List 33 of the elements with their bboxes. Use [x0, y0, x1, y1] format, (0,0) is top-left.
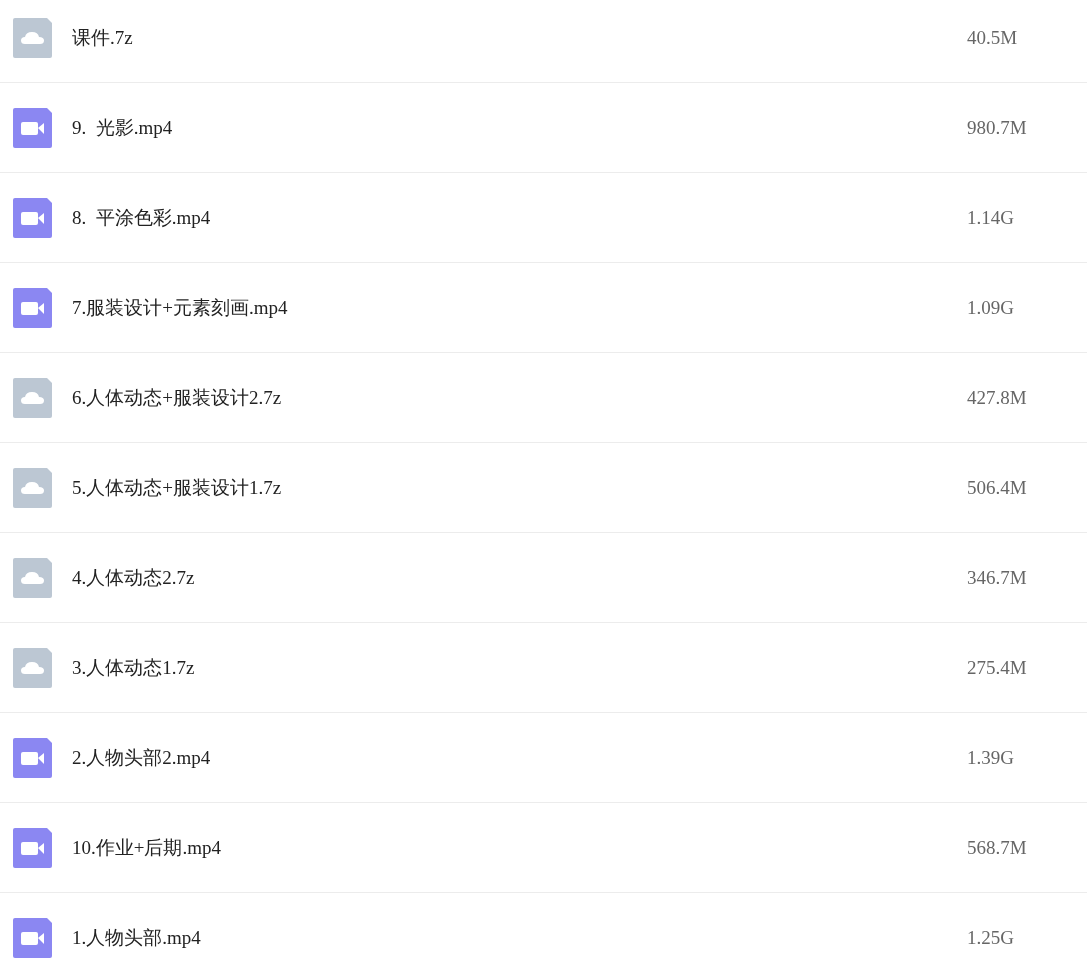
file-name[interactable]: 7.服装设计+元素刻画.mp4	[72, 294, 967, 321]
file-name[interactable]: 6.人体动态+服装设计2.7z	[72, 384, 967, 411]
file-name[interactable]: 5.人体动态+服装设计1.7z	[72, 474, 967, 501]
cloud-file-icon	[13, 17, 52, 58]
video-file-icon	[13, 197, 52, 238]
file-name[interactable]: 3.人体动态1.7z	[72, 654, 967, 681]
cloud-file-icon	[13, 467, 52, 508]
cloud-file-icon	[13, 647, 52, 688]
file-name[interactable]: 8. 平涂色彩.mp4	[72, 204, 967, 231]
cloud-file-icon	[13, 377, 52, 418]
file-size: 1.09G	[967, 296, 1015, 319]
video-file-icon	[13, 107, 52, 148]
file-name[interactable]: 课件.7z	[72, 24, 967, 51]
file-size: 1.39G	[967, 746, 1015, 769]
video-file-icon	[13, 827, 52, 868]
file-size: 1.25G	[967, 926, 1015, 949]
file-name[interactable]: 10.作业+后期.mp4	[72, 834, 967, 861]
file-size: 980.7M	[967, 116, 1028, 139]
file-size: 40.5M	[967, 26, 1019, 49]
file-size: 275.4M	[967, 656, 1028, 679]
file-size: 346.7M	[967, 566, 1028, 589]
file-size: 1.14G	[967, 206, 1015, 229]
file-size: 568.7M	[967, 836, 1028, 859]
video-file-icon	[13, 737, 52, 778]
cloud-file-icon	[13, 557, 52, 598]
file-name[interactable]: 9. 光影.mp4	[72, 114, 967, 141]
file-name[interactable]: 2.人物头部2.mp4	[72, 744, 967, 771]
file-name[interactable]: 1.人物头部.mp4	[72, 924, 967, 951]
file-name[interactable]: 4.人体动态2.7z	[72, 564, 967, 591]
video-file-icon	[13, 917, 52, 958]
file-size: 427.8M	[967, 386, 1028, 409]
file-size: 506.4M	[967, 476, 1028, 499]
video-file-icon	[13, 287, 52, 328]
